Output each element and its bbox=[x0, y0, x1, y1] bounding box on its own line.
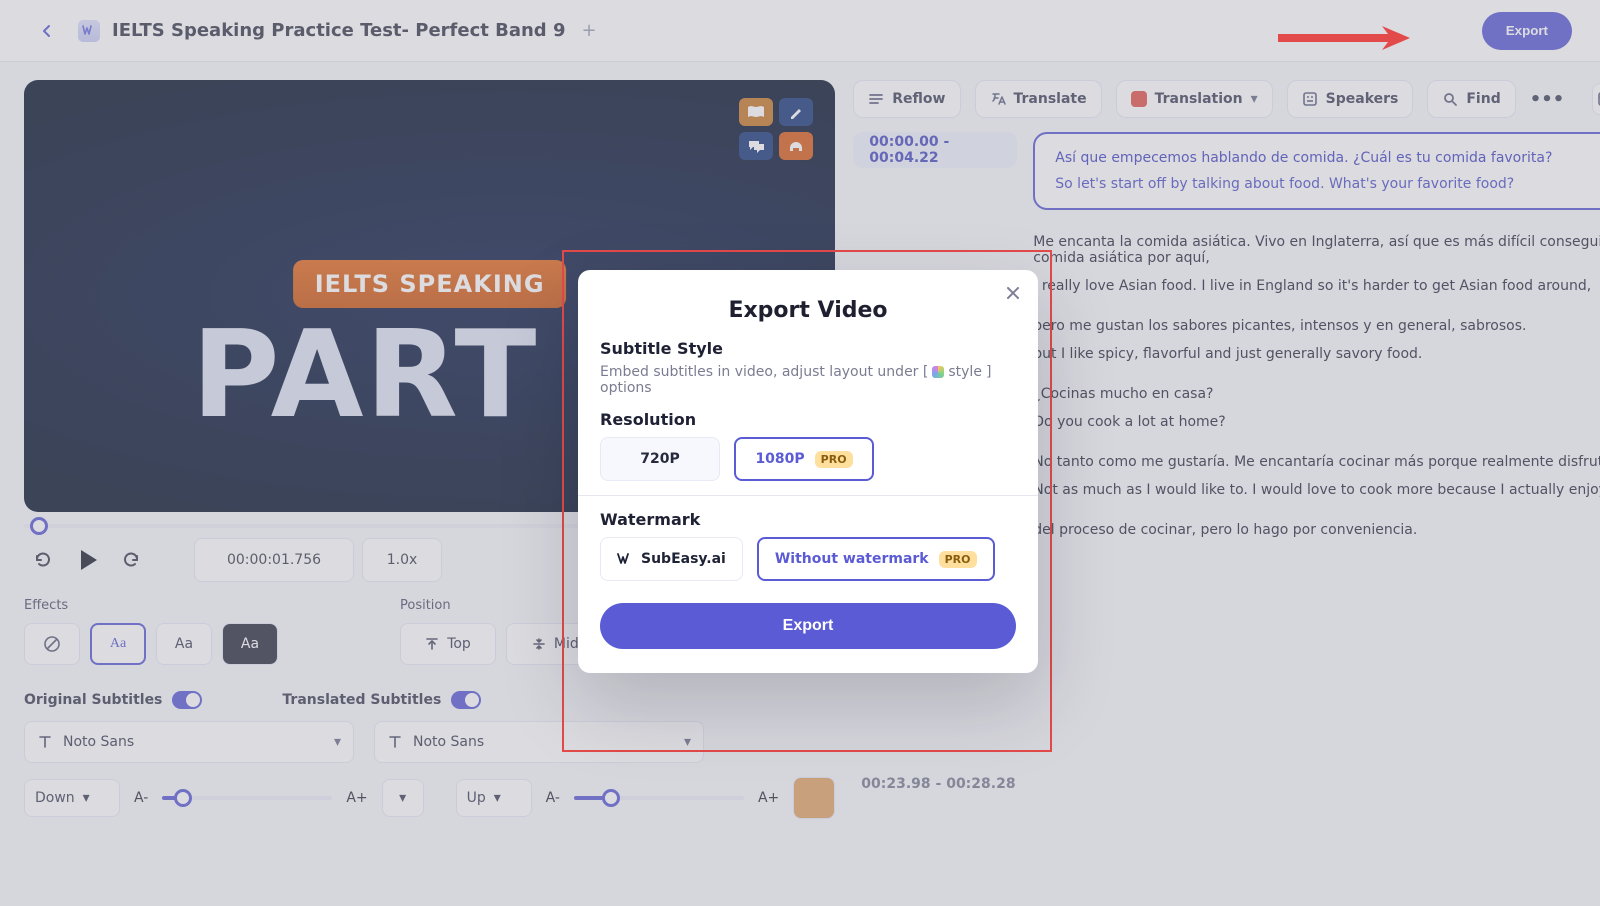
subtitle-style-label: Subtitle Style bbox=[600, 339, 1016, 358]
pro-badge: PRO bbox=[815, 451, 853, 468]
watermark-label: Watermark bbox=[600, 510, 1016, 529]
export-modal: Export Video Subtitle Style Embed subtit… bbox=[578, 270, 1038, 673]
subtitle-style-note: Embed subtitles in video, adjust layout … bbox=[600, 364, 1016, 396]
watermark-brand-option[interactable]: SubEasy.ai bbox=[600, 537, 743, 581]
annotation-arrow bbox=[1278, 20, 1418, 60]
brand-logo-icon bbox=[617, 551, 633, 567]
modal-title: Export Video bbox=[600, 298, 1016, 323]
style-link-icon bbox=[932, 366, 944, 378]
resolution-label: Resolution bbox=[600, 410, 1016, 429]
close-icon[interactable] bbox=[1004, 284, 1022, 306]
modal-export-button[interactable]: Export bbox=[600, 603, 1016, 649]
pro-badge-2: PRO bbox=[939, 551, 977, 568]
watermark-none-option[interactable]: Without watermark PRO bbox=[757, 537, 995, 581]
resolution-1080[interactable]: 1080PPRO bbox=[734, 437, 874, 481]
resolution-720[interactable]: 720P bbox=[600, 437, 720, 481]
